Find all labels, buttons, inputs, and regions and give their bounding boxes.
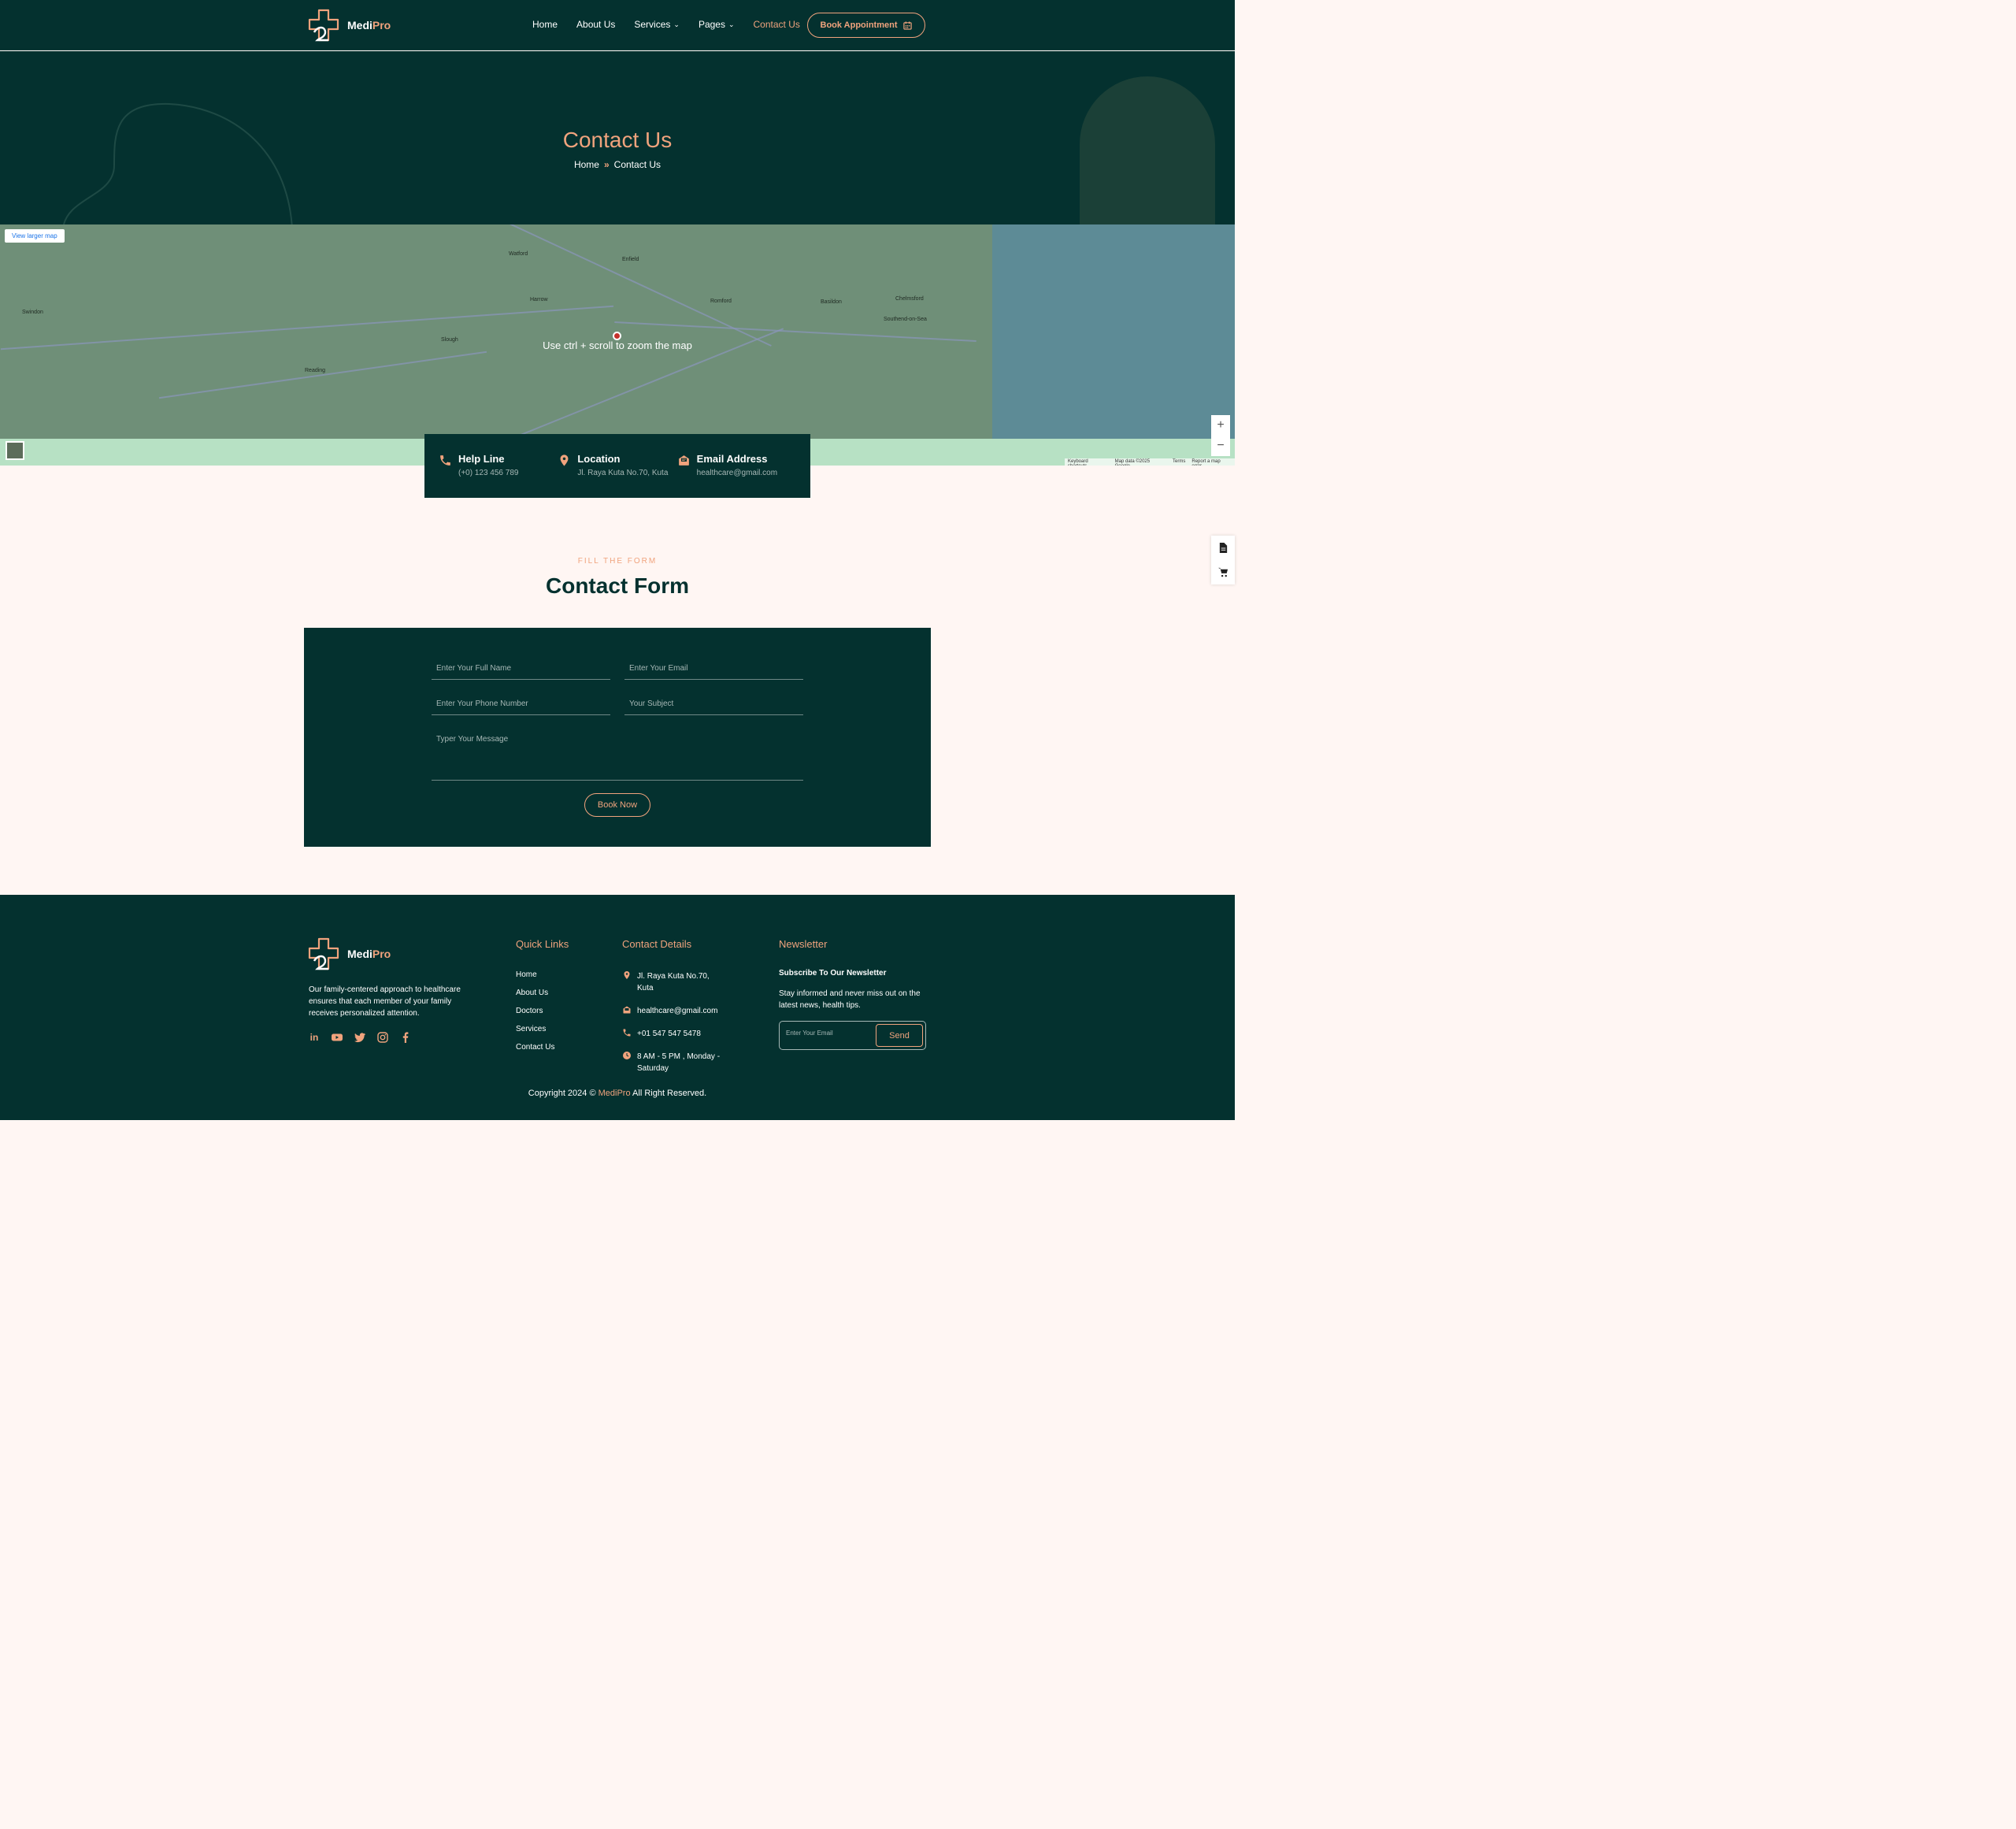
double-chevron-right-icon: »: [603, 159, 610, 170]
brand-name: MediPro: [347, 19, 391, 32]
nav-about[interactable]: About Us: [576, 19, 615, 30]
map-town-label: Chelmsford: [895, 296, 924, 302]
helpline-info: Help Line (+0) 123 456 789: [439, 453, 558, 498]
nav-services[interactable]: Services ⌄: [634, 19, 680, 30]
medical-cross-logo-icon: [308, 937, 339, 970]
subject-input[interactable]: [624, 693, 803, 715]
book-appointment-button[interactable]: Book Appointment: [807, 13, 925, 38]
youtube-icon[interactable]: [332, 1032, 343, 1043]
breadcrumb: Home » Contact Us: [0, 159, 1235, 170]
section-subtitle: FILL THE FORM: [577, 557, 658, 566]
envelope-open-icon: [623, 1006, 631, 1014]
footer-link-home[interactable]: Home: [516, 970, 554, 979]
map-zoom-controls: + −: [1211, 415, 1230, 456]
side-widget: [1211, 536, 1235, 584]
nav-home[interactable]: Home: [532, 19, 558, 30]
map-town-label: Basildon: [821, 299, 842, 305]
location-pin-icon: [624, 971, 630, 979]
footer-brand-name: MediPro: [347, 948, 391, 960]
envelope-open-icon: [678, 455, 689, 466]
main-nav: Home About Us Services ⌄ Pages ⌄ Contact U…: [532, 19, 800, 30]
footer-description: Our family-centered approach to healthca…: [309, 985, 461, 1018]
phone-input[interactable]: [432, 693, 610, 715]
page-title: Contact Us: [562, 128, 673, 152]
map-town-label: Enfield: [622, 257, 639, 262]
instagram-icon[interactable]: [377, 1032, 388, 1043]
logo[interactable]: MediPro: [308, 9, 391, 42]
map-town-label: Reading: [305, 368, 326, 373]
social-links: in: [309, 1032, 411, 1043]
quick-links-title: Quick Links: [516, 938, 569, 950]
footer-hours: 8 AM - 5 PM , Monday - Saturday: [622, 1051, 728, 1074]
map-land: [0, 224, 992, 439]
footer-link-doctors[interactable]: Doctors: [516, 1007, 554, 1015]
chevron-down-icon: ⌄: [728, 20, 735, 28]
map-town-label: Romford: [710, 299, 732, 304]
contact-details-title: Contact Details: [622, 938, 692, 950]
quick-links-list: Home About Us Doctors Services Contact U…: [516, 970, 554, 1052]
map-zoom-hint: Use ctrl + scroll to zoom the map: [543, 339, 692, 351]
linkedin-icon[interactable]: in: [309, 1032, 320, 1043]
footer-phone: +01 547 547 5478: [622, 1028, 728, 1040]
email-input[interactable]: [624, 658, 803, 680]
copyright: Copyright 2024 © MediPro All Right Reser…: [528, 1089, 707, 1098]
footer-email: healthcare@gmail.com: [622, 1005, 728, 1017]
footer-link-services[interactable]: Services: [516, 1025, 554, 1033]
google-map[interactable]: Watford Enfield Harrow Slough Reading Ro…: [0, 224, 1235, 466]
breadcrumb-home[interactable]: Home: [574, 159, 599, 170]
full-name-input[interactable]: [432, 658, 610, 680]
email-info: Email Address healthcare@gmail.com: [677, 453, 796, 498]
page-hero: Contact Us Home» Contact Us: [0, 51, 1235, 224]
location-pin-icon: [560, 454, 569, 466]
phone-icon: [440, 455, 450, 466]
terms-link[interactable]: Terms: [1173, 459, 1185, 466]
view-larger-map-link[interactable]: View larger map: [5, 229, 65, 243]
twitter-icon[interactable]: [354, 1032, 365, 1043]
report-map-error-link[interactable]: Report a map error: [1191, 459, 1232, 466]
newsletter-send-button[interactable]: Send: [876, 1024, 923, 1047]
nav-pages[interactable]: Pages ⌄: [699, 19, 735, 30]
document-icon[interactable]: [1218, 543, 1228, 553]
site-header: MediPro Home About Us Services ⌄ Pages ⌄ C…: [0, 0, 1235, 50]
contact-details-list: Jl. Raya Kuta No.70, Kuta healthcare@gma…: [622, 970, 728, 1074]
cart-icon[interactable]: [1217, 567, 1228, 577]
site-footer: MediPro Our family-centered approach to …: [0, 895, 1235, 1120]
footer-address: Jl. Raya Kuta No.70, Kuta: [622, 970, 728, 994]
clock-icon: [623, 1052, 631, 1059]
breadcrumb-current: Contact Us: [613, 159, 662, 170]
zoom-out-button[interactable]: −: [1217, 439, 1224, 453]
map-town-label: Swindon: [22, 310, 43, 315]
footer-link-about[interactable]: About Us: [516, 989, 554, 997]
newsletter-title: Newsletter: [779, 938, 828, 950]
map-satellite-toggle[interactable]: [6, 441, 24, 460]
zoom-in-button[interactable]: +: [1217, 418, 1224, 432]
section-title: Contact Form: [546, 573, 689, 598]
book-now-button[interactable]: Book Now: [584, 793, 650, 817]
calendar-icon: [903, 20, 913, 30]
chevron-down-icon: ⌄: [673, 20, 680, 28]
contact-form: Book Now: [304, 628, 931, 847]
map-credits: Keyboard shortcuts Map data ©2025 Google…: [1065, 458, 1235, 466]
map-town-label: Southend-on-Sea: [884, 317, 927, 322]
contact-info-bar: Help Line (+0) 123 456 789 Location Jl. …: [424, 434, 810, 498]
map-data-credit: Map data ©2025 Google: [1114, 459, 1151, 466]
nav-contact[interactable]: Contact Us: [754, 19, 800, 30]
footer-link-contact[interactable]: Contact Us: [516, 1043, 554, 1052]
footer-logo[interactable]: MediPro: [308, 937, 391, 970]
location-info: Location Jl. Raya Kuta No.70, Kuta: [558, 453, 676, 498]
facebook-icon[interactable]: [400, 1032, 411, 1043]
map-town-label: Harrow: [530, 297, 548, 302]
map-sea: [992, 224, 1235, 439]
keyboard-shortcuts-link[interactable]: Keyboard shortcuts: [1068, 459, 1109, 466]
newsletter-description: Stay informed and never miss out on the …: [779, 989, 921, 1010]
newsletter-subtitle: Subscribe To Our Newsletter: [779, 969, 887, 978]
phone-icon: [623, 1029, 631, 1037]
map-town-label: Watford: [509, 251, 528, 257]
medical-cross-logo-icon: [308, 9, 339, 42]
newsletter-email-input[interactable]: [786, 1030, 873, 1037]
newsletter-form: Send: [779, 1021, 926, 1050]
message-textarea[interactable]: [432, 732, 803, 781]
